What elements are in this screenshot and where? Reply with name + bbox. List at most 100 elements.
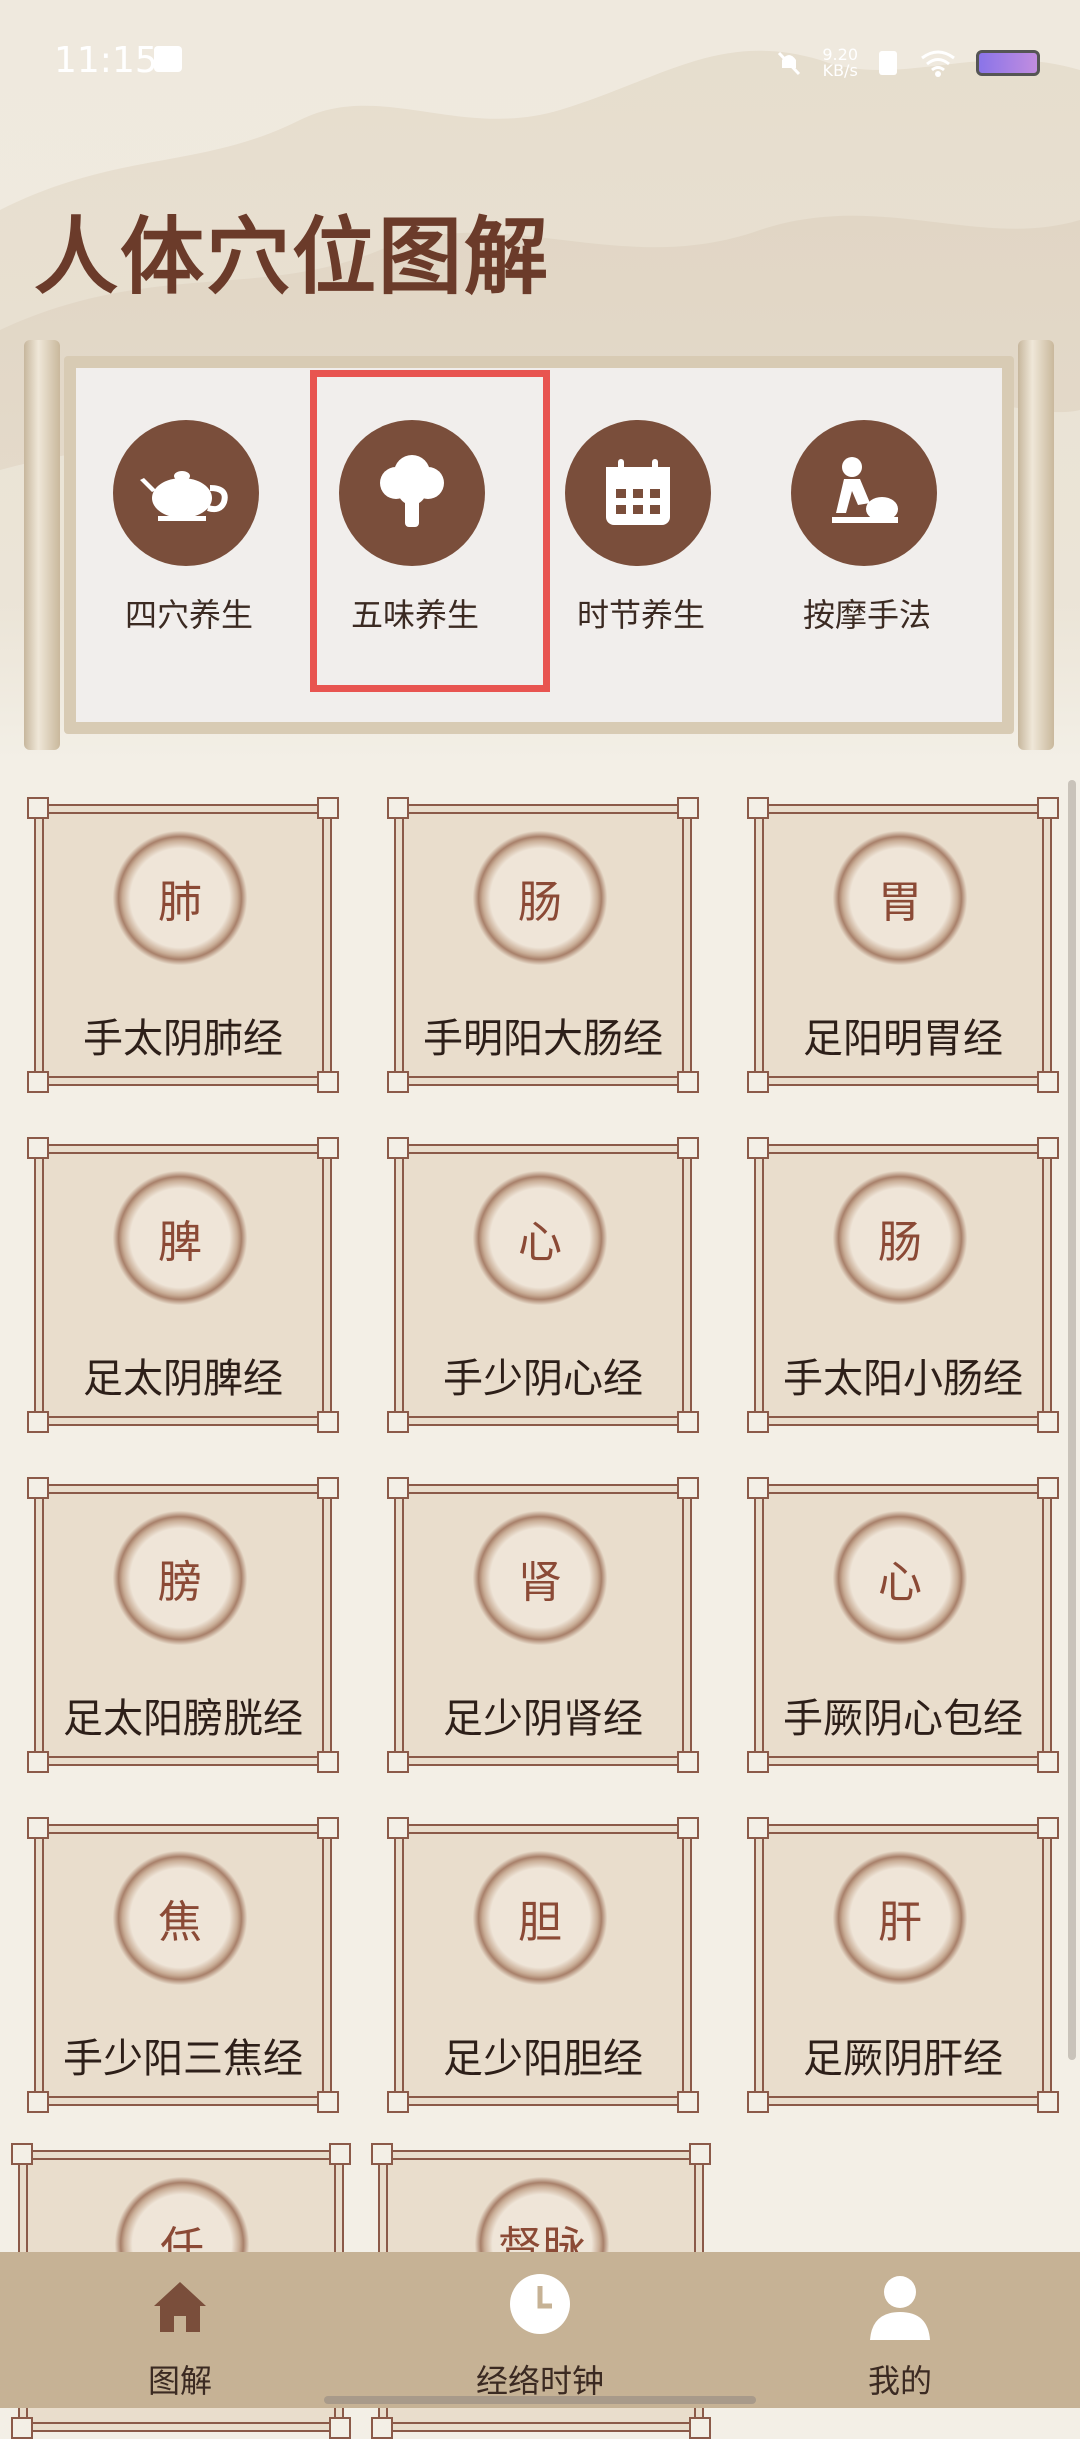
meridian-card[interactable]: 心手少阴心经 (387, 1137, 699, 1433)
calendar-icon (565, 420, 711, 566)
card-corner-ornament (677, 1411, 699, 1433)
card-corner-ornament (1037, 797, 1059, 819)
card-corner-ornament (371, 2143, 393, 2165)
tab-tujie[interactable]: 图解 (80, 2252, 280, 2408)
meridian-name: 足厥阴肝经 (803, 2036, 1003, 2082)
card-corner-ornament (317, 1751, 339, 1773)
meridian-card[interactable]: 焦手少阳三焦经 (27, 1817, 339, 2113)
meridian-seal: 肠 (470, 828, 610, 968)
card-corner-ornament (677, 1137, 699, 1159)
card-corner-ornament (329, 2417, 351, 2439)
meridian-card[interactable]: 肠手明阳大肠经 (387, 797, 699, 1093)
meridian-card[interactable]: 胆足少阳胆经 (387, 1817, 699, 2113)
card-corner-ornament (1037, 1751, 1059, 1773)
card-corner-ornament (677, 797, 699, 819)
card-corner-ornament (689, 2417, 711, 2439)
sim-icon (879, 51, 897, 75)
card-corner-ornament (27, 797, 49, 819)
scrollbar[interactable] (1068, 780, 1076, 2060)
card-corner-ornament (1037, 1477, 1059, 1499)
card-corner-ornament (27, 1477, 49, 1499)
card-corner-ornament (27, 1817, 49, 1839)
teapot-icon (113, 420, 259, 566)
feature-label: 四穴养生 (124, 596, 253, 634)
meridian-name: 足少阳胆经 (443, 2036, 643, 2082)
status-bar: 11:15 9.20 KB/s (0, 0, 1080, 120)
meridian-card[interactable]: 肝足厥阴肝经 (747, 1817, 1059, 2113)
card-corner-ornament (317, 1411, 339, 1433)
feature-label: 按摩手法 (802, 596, 931, 634)
meridian-seal: 胆 (470, 1848, 610, 1988)
meridian-card[interactable]: 膀足太阳膀胱经 (27, 1477, 339, 1773)
mute-icon (778, 51, 801, 76)
battery-icon (976, 50, 1040, 76)
card-corner-ornament (317, 1071, 339, 1093)
card-corner-ornament (677, 1071, 699, 1093)
feature-sixue[interactable]: 四穴养生 (76, 368, 302, 722)
card-corner-ornament (387, 1137, 409, 1159)
meridian-name: 手太阴肺经 (83, 1016, 283, 1062)
card-corner-ornament (1037, 1071, 1059, 1093)
meridian-name: 足少阴肾经 (443, 1696, 643, 1742)
card-corner-ornament (317, 1477, 339, 1499)
meridian-seal: 胃 (830, 828, 970, 968)
card-corner-ornament (329, 2143, 351, 2165)
card-corner-ornament (747, 2091, 769, 2113)
wifi-icon (921, 50, 955, 77)
tab-label: 我的 (867, 2362, 932, 2400)
meridian-name: 足太阴脾经 (83, 1356, 283, 1402)
card-corner-ornament (747, 1071, 769, 1093)
card-corner-ornament (317, 797, 339, 819)
meridian-card[interactable]: 肾足少阴肾经 (387, 1477, 699, 1773)
meridian-name: 手太阳小肠经 (783, 1356, 1023, 1402)
meridian-name: 足太阳膀胱经 (63, 1696, 303, 1742)
card-corner-ornament (27, 2091, 49, 2113)
page-title: 人体穴位图解 (34, 208, 551, 306)
feature-shijie[interactable]: 时节养生 (528, 368, 754, 722)
meridian-seal: 心 (830, 1508, 970, 1648)
network-speed: 9.20 KB/s (822, 45, 858, 80)
clock-icon (510, 2274, 570, 2334)
meridian-seal: 肺 (110, 828, 250, 968)
tab-jingluo-clock[interactable]: 经络时钟 (440, 2252, 640, 2408)
card-corner-ornament (387, 1411, 409, 1433)
card-corner-ornament (317, 2091, 339, 2113)
status-icons: 9.20 KB/s (774, 38, 1040, 88)
card-corner-ornament (387, 1477, 409, 1499)
meridian-card[interactable]: 肠手太阳小肠经 (747, 1137, 1059, 1433)
home-indicator[interactable] (324, 2396, 756, 2404)
tab-mine[interactable]: 我的 (800, 2252, 1000, 2408)
card-corner-ornament (27, 1071, 49, 1093)
card-corner-ornament (747, 797, 769, 819)
card-corner-ornament (27, 1751, 49, 1773)
card-corner-ornament (27, 1411, 49, 1433)
meridian-name: 手少阴心经 (443, 1356, 643, 1402)
meridian-seal: 脾 (110, 1168, 250, 1308)
card-corner-ornament (677, 2091, 699, 2113)
feature-label: 时节养生 (576, 596, 705, 634)
scroll-rod-left (24, 340, 60, 750)
meridian-card[interactable]: 心手厥阴心包经 (747, 1477, 1059, 1773)
meridian-name: 手厥阴心包经 (783, 1696, 1023, 1742)
meridian-card[interactable]: 胃足阳明胃经 (747, 797, 1059, 1093)
meridian-seal: 肠 (830, 1168, 970, 1308)
card-corner-ornament (689, 2143, 711, 2165)
card-corner-ornament (317, 1817, 339, 1839)
card-corner-ornament (677, 1477, 699, 1499)
card-corner-ornament (1037, 1411, 1059, 1433)
card-corner-ornament (387, 2091, 409, 2113)
card-corner-ornament (27, 1137, 49, 1159)
meridian-card[interactable]: 脾足太阴脾经 (27, 1137, 339, 1433)
selection-highlight (310, 370, 550, 692)
feature-anmo[interactable]: 按摩手法 (754, 368, 980, 722)
meridian-name: 手少阳三焦经 (63, 2036, 303, 2082)
meridian-seal: 膀 (110, 1508, 250, 1648)
meridian-seal: 心 (470, 1168, 610, 1308)
card-corner-ornament (1037, 1817, 1059, 1839)
home-icon (154, 2282, 206, 2332)
user-icon (870, 2276, 930, 2340)
card-corner-ornament (747, 1137, 769, 1159)
mail-notification-icon (154, 46, 182, 72)
meridian-card[interactable]: 肺手太阴肺经 (27, 797, 339, 1093)
card-corner-ornament (1037, 1137, 1059, 1159)
